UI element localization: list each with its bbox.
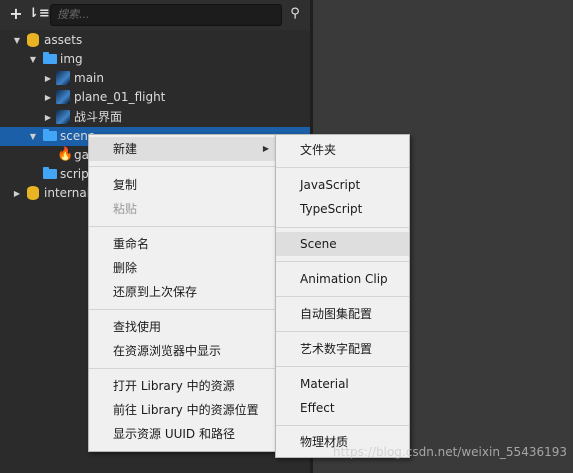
submenu-arrow-icon: ▶ [262,144,269,153]
sort-icon[interactable]: ⇂≡ [28,6,50,22]
search-box[interactable] [50,4,282,26]
menu-divider [276,331,409,332]
tree-label: img [60,52,83,66]
search-input[interactable] [51,5,273,24]
menu-item-delete[interactable]: 删除 [89,256,277,280]
menu-item-find-usages[interactable]: 查找使用 [89,315,277,339]
collapse-arrow-icon[interactable]: ▶ [12,184,22,203]
menu-label: Animation Clip [300,272,388,286]
submenu-item-animation-clip[interactable]: Animation Clip [276,267,409,291]
image-icon [56,110,70,124]
menu-label: 删除 [113,261,138,275]
menu-label: 自动图集配置 [300,307,373,321]
menu-item-paste: 粘贴 [89,197,277,221]
expand-arrow-icon[interactable]: ▼ [28,127,38,146]
watermark: https://blog.csdn.net/weixin_55436193 [332,445,567,459]
folder-icon [43,52,57,66]
database-icon [27,33,41,47]
submenu-item-typescript[interactable]: TypeScript [276,197,409,221]
menu-item-show-uuid[interactable]: 显示资源 UUID 和路径 [89,422,277,446]
menu-label: 艺术数字配置 [300,342,373,356]
menu-divider [276,261,409,262]
tree-label: internal [44,186,91,200]
expand-arrow-icon[interactable]: ▼ [12,31,22,50]
folder-icon [43,129,57,143]
new-submenu: 文件夹 JavaScript TypeScript Scene Animatio… [275,134,410,458]
submenu-item-material[interactable]: Material [276,372,409,396]
menu-item-revert[interactable]: 还原到上次保存 [89,280,277,304]
menu-item-new[interactable]: 新建 ▶ [89,137,277,161]
tree-row-plane[interactable]: ▶ plane_01_flight [0,88,310,107]
menu-label: 新建 [113,142,138,156]
menu-label: 在资源浏览器中显示 [113,344,222,358]
menu-divider [276,296,409,297]
menu-label: Effect [300,401,335,415]
menu-label: Scene [300,237,337,251]
database-icon [27,186,41,200]
menu-label: JavaScript [300,178,361,192]
collapse-arrow-icon[interactable]: ▶ [43,108,53,127]
expand-arrow-icon[interactable]: ▼ [28,50,38,69]
tree-label: assets [44,33,83,47]
tree-row-assets[interactable]: ▼ assets [0,31,310,50]
asset-toolbar: + ⇂≡ ⚲ [0,0,310,30]
submenu-item-effect[interactable]: Effect [276,396,409,420]
menu-item-goto-library[interactable]: 前往 Library 中的资源位置 [89,398,277,422]
menu-divider [276,227,409,228]
tree-label: 战斗界面 [74,110,123,124]
menu-label: Material [300,377,349,391]
image-icon [56,90,70,104]
context-menu: 新建 ▶ 复制 粘贴 重命名 删除 还原到上次保存 查找使用 在资源浏览器中显示… [88,134,278,452]
submenu-item-folder[interactable]: 文件夹 [276,138,409,162]
menu-divider [276,366,409,367]
menu-label: 显示资源 UUID 和路径 [113,427,235,441]
image-icon [56,71,70,85]
menu-divider [89,166,277,167]
menu-item-rename[interactable]: 重命名 [89,232,277,256]
fire-icon: 🔥 [57,147,74,162]
menu-divider [89,368,277,369]
menu-item-open-library[interactable]: 打开 Library 中的资源 [89,374,277,398]
submenu-item-scene[interactable]: Scene [276,232,409,256]
menu-label: 文件夹 [300,143,337,157]
tree-row-battle-ui[interactable]: ▶ 战斗界面 [0,108,310,127]
tree-row-main[interactable]: ▶ main [0,69,310,88]
menu-label: 重命名 [113,237,150,251]
menu-label: 打开 Library 中的资源 [113,379,235,393]
submenu-item-label-atlas[interactable]: 艺术数字配置 [276,337,409,361]
folder-icon [43,167,57,181]
menu-divider [89,226,277,227]
menu-item-show-in-explorer[interactable]: 在资源浏览器中显示 [89,339,277,363]
menu-label: 查找使用 [113,320,162,334]
menu-label: 还原到上次保存 [113,285,198,299]
menu-divider [276,425,409,426]
menu-label: 前往 Library 中的资源位置 [113,403,259,417]
tree-label: ga [74,148,89,162]
tree-label: plane_01_flight [74,90,166,104]
tree-row-img[interactable]: ▼ img [0,50,310,69]
menu-divider [276,167,409,168]
collapse-arrow-icon[interactable]: ▶ [43,69,53,88]
menu-label: TypeScript [300,202,363,216]
collapse-arrow-icon[interactable]: ▶ [43,88,53,107]
submenu-item-javascript[interactable]: JavaScript [276,173,409,197]
search-icon[interactable]: ⚲ [287,6,303,22]
menu-label: 复制 [113,178,138,192]
menu-item-copy[interactable]: 复制 [89,173,277,197]
menu-label: 粘贴 [113,202,138,216]
menu-divider [89,309,277,310]
submenu-item-auto-atlas[interactable]: 自动图集配置 [276,302,409,326]
tree-label: main [74,71,104,85]
plus-icon[interactable]: + [8,6,24,22]
